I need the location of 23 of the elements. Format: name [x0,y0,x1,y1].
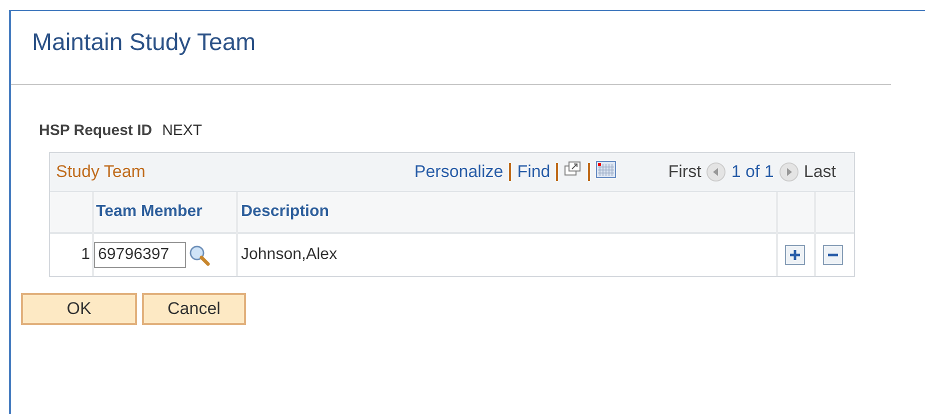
previous-icon[interactable] [706,162,726,182]
team-member-field[interactable]: 69796397 [94,242,186,268]
description-cell: Johnson,Alex [237,233,777,276]
last-label: Last [804,162,836,182]
column-header: Description [237,192,777,233]
column-header: Team Member [93,192,237,233]
action-button[interactable]: Cancel [142,293,246,325]
request-id-value: NEXT [162,122,202,139]
page-count: 1 of 1 [731,162,774,182]
new-window-icon[interactable] [564,161,582,177]
grid-link[interactable]: Personalize [414,162,504,182]
spreadsheet-icon[interactable] [596,160,616,178]
page-title: Maintain Study Team [31,28,257,58]
next-icon[interactable] [778,162,799,182]
delete-row-button[interactable] [823,244,843,264]
add-row-button[interactable] [785,244,805,264]
request-id-label: HSP Request ID [39,122,152,139]
action-button[interactable]: OK [21,293,137,325]
plus-icon [789,248,801,260]
grid-link[interactable]: Find [517,162,550,182]
search-icon[interactable] [188,244,210,266]
first-label: First [668,162,702,182]
grid-title: Study Team [56,162,146,182]
